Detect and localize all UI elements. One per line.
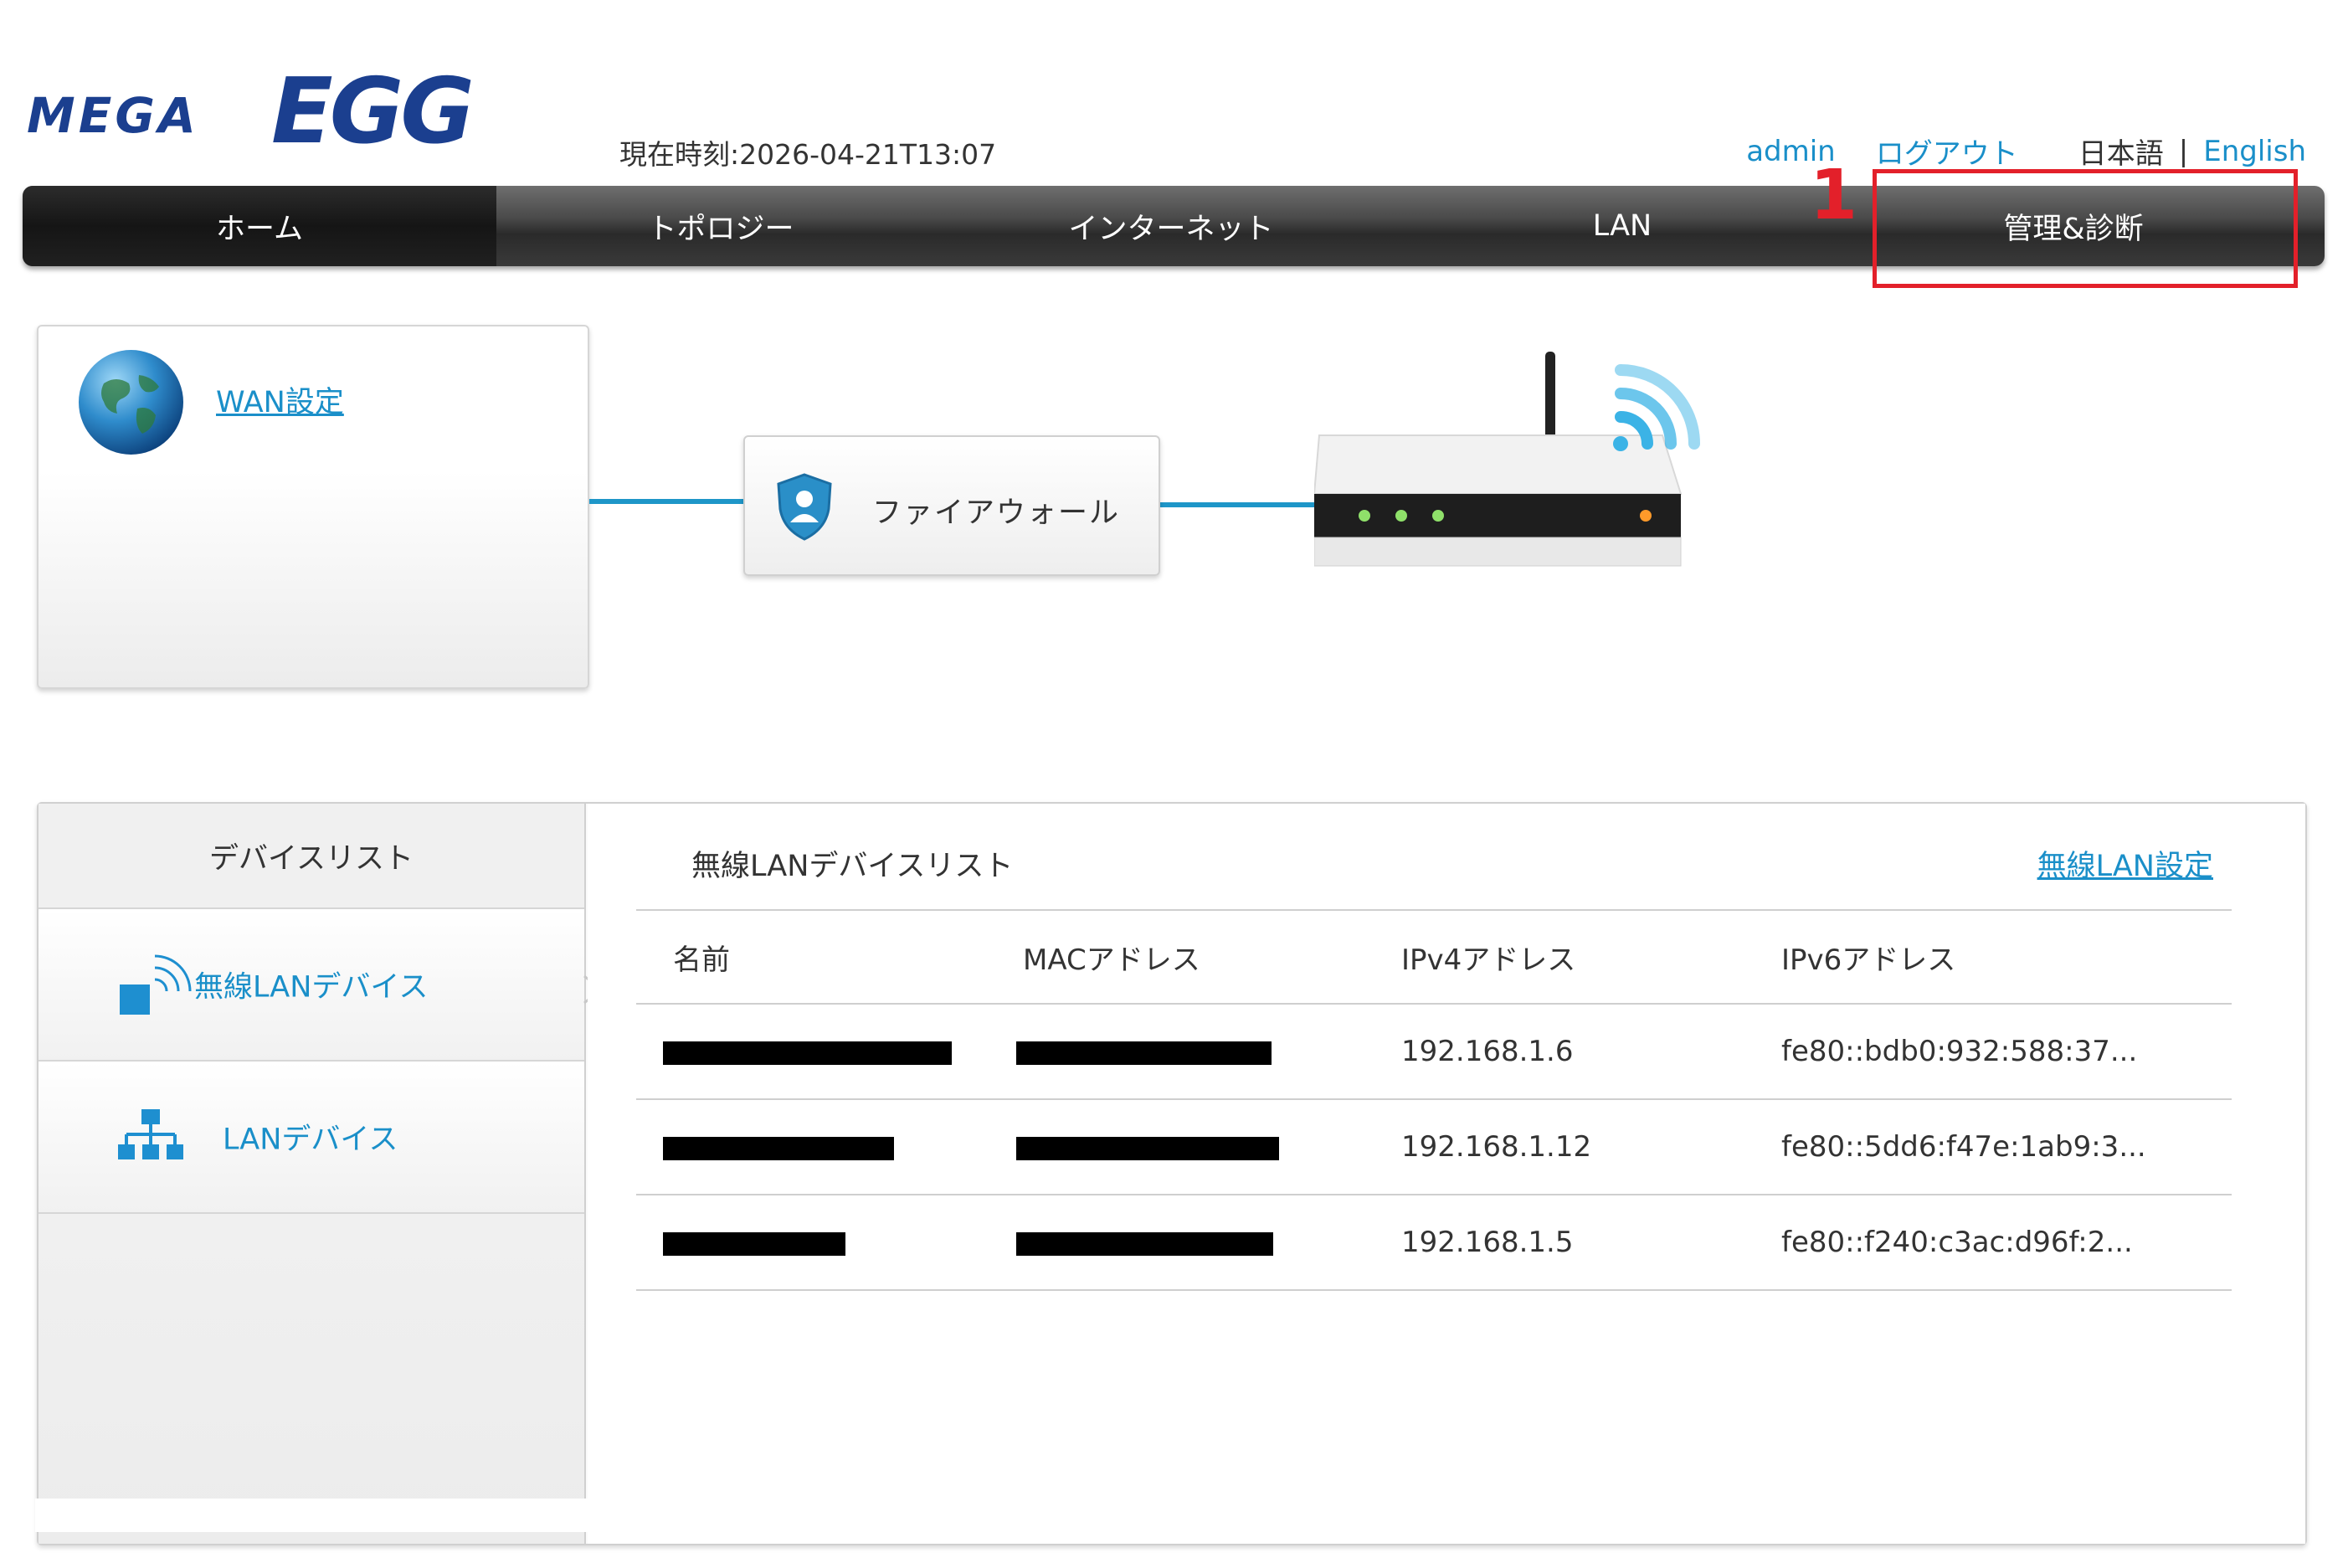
shield-icon [777, 473, 832, 541]
table-row[interactable]: 192.168.1.6 fe80::bdb0:932:588:37... [636, 1005, 2232, 1100]
svg-text:EGG: EGG [271, 59, 471, 151]
redacted-mac [1016, 1231, 1273, 1256]
lan-network-icon [118, 1109, 183, 1159]
table-row[interactable]: 192.168.1.5 fe80::f240:c3ac:d96f:2... [636, 1195, 2232, 1291]
table-header: 名前 MACアドレス IPv4アドレス IPv6アドレス [636, 909, 2232, 1005]
highlight-box [1873, 169, 2298, 288]
lang-separator: | [2178, 134, 2189, 168]
redacted-mac [1016, 1041, 1272, 1065]
ipv4-value: 192.168.1.5 [1401, 1226, 1574, 1259]
wireless-settings-link[interactable]: 無線LAN設定 [2037, 842, 2213, 885]
wan-card: WAN設定 [37, 325, 589, 689]
tab-topology[interactable]: トポロジー [496, 186, 945, 266]
col-name: 名前 [673, 943, 730, 977]
device-sidebar: デバイスリスト 無線LANデバイス LANデバイス [35, 804, 603, 1544]
svg-text:MEGA: MEGA [27, 87, 199, 144]
redacted-name [663, 1136, 894, 1160]
wan-firewall-line [589, 499, 745, 504]
device-list-panel: デバイスリスト 無線LANデバイス LANデバイス 無線LANデバイスリスト 無… [35, 802, 2307, 1545]
ipv6-value: fe80::f240:c3ac:d96f:2... [1781, 1226, 2133, 1259]
ipv4-value: 192.168.1.6 [1401, 1035, 1574, 1068]
lang-japanese[interactable]: 日本語 [2078, 131, 2164, 172]
tab-home[interactable]: ホーム [23, 186, 496, 266]
redacted-mac [1016, 1136, 1279, 1160]
highlight-number: 1 [1810, 156, 1858, 235]
col-ipv6: IPv6アドレス [1781, 943, 1956, 977]
firewall-box[interactable]: ファイアウォール [743, 435, 1160, 576]
sidebar-item-wireless-label: 無線LANデバイス [194, 970, 429, 1005]
sidebar-item-lan[interactable]: LANデバイス [39, 1062, 584, 1214]
router-icon [1314, 352, 1700, 567]
logout-link[interactable]: ログアウト [1876, 131, 2018, 172]
table-row[interactable]: 192.168.1.12 fe80::5dd6:f47e:1ab9:3... [636, 1100, 2232, 1195]
ipv4-value: 192.168.1.12 [1401, 1130, 1592, 1164]
ipv6-value: fe80::5dd6:f47e:1ab9:3... [1781, 1130, 2146, 1164]
sidebar-item-wireless[interactable]: 無線LANデバイス [39, 909, 603, 1062]
sidebar-item-lan-label: LANデバイス [223, 1123, 398, 1157]
megaegg-logo: MEGA EGG [27, 59, 475, 151]
globe-icon [79, 350, 183, 455]
redacted-name [663, 1041, 952, 1065]
firewall-label: ファイアウォール [872, 496, 1121, 530]
current-time: 現在時刻:2026-04-21T13:07 [619, 138, 997, 171]
col-mac: MACアドレス [1023, 943, 1200, 977]
wireless-device-list: 無線LANデバイスリスト 無線LAN設定 名前 MACアドレス IPv4アドレス… [588, 804, 2305, 1544]
device-table: 名前 MACアドレス IPv4アドレス IPv6アドレス 192.168.1.6… [636, 909, 2232, 1291]
wan-settings-link[interactable]: WAN設定 [216, 378, 344, 421]
col-ipv4: IPv4アドレス [1401, 943, 1576, 977]
sidebar-blank-bar [35, 1499, 591, 1532]
lang-english[interactable]: English [2203, 135, 2306, 168]
wireless-list-title: 無線LANデバイスリスト [691, 850, 1014, 883]
device-list-title: デバイスリスト [39, 804, 584, 909]
tab-lan[interactable]: LAN [1397, 186, 1847, 266]
ipv6-value: fe80::bdb0:932:588:37... [1781, 1035, 2138, 1068]
wireless-device-icon [120, 954, 192, 1015]
redacted-name [663, 1231, 845, 1256]
tab-internet[interactable]: インターネット [945, 186, 1397, 266]
